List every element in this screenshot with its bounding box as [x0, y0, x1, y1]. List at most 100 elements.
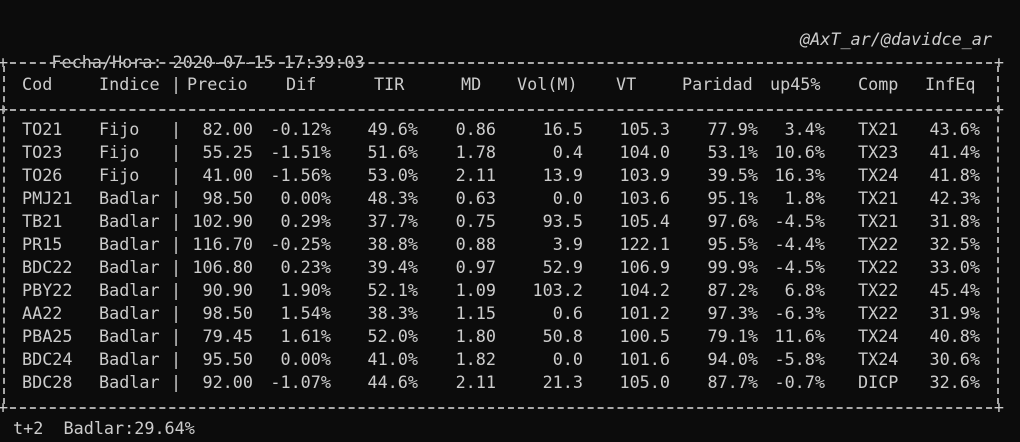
table-cell: 42.3%	[929, 188, 980, 208]
table-cell: TX22	[858, 280, 899, 300]
table-cell: 41.00	[202, 165, 253, 185]
table-left-border	[3, 66, 5, 404]
column-separator: |	[171, 372, 182, 392]
table-cell: PMJ21	[22, 188, 73, 208]
table-cell: TO26	[22, 165, 63, 185]
column-header: VT	[616, 74, 637, 94]
table-cell: 49.6%	[367, 119, 418, 139]
table-cell: 32.6%	[929, 372, 980, 392]
table-cell: -1.07%	[270, 372, 331, 392]
table-cell: TX21	[858, 119, 899, 139]
table-cell: TO23	[22, 142, 63, 162]
table-cell: 82.00	[202, 119, 253, 139]
table-cell: 44.6%	[367, 372, 418, 392]
table-cell: 104.0	[619, 142, 670, 162]
table-cell: 101.2	[619, 303, 670, 323]
table-cell: 94.0%	[707, 349, 758, 369]
table-cell: -1.56%	[270, 165, 331, 185]
table-cell: 0.75	[455, 211, 496, 231]
table-cell: 103.9	[619, 165, 670, 185]
table-cell: 100.5	[619, 326, 670, 346]
table-cell: 32.5%	[929, 234, 980, 254]
table-cell: 0.00%	[280, 349, 331, 369]
column-separator: |	[171, 142, 182, 162]
table-cell: 79.1%	[707, 326, 758, 346]
table-cell: 103.2	[532, 280, 583, 300]
table-cell: 122.1	[619, 234, 670, 254]
table-cell: 0.63	[455, 188, 496, 208]
table-cell: 10.6%	[774, 142, 825, 162]
table-cell: 30.6%	[929, 349, 980, 369]
table-cell: 2.11	[455, 165, 496, 185]
column-separator: |	[171, 234, 182, 254]
table-cell: AA22	[22, 303, 63, 323]
table-cell: 0.29%	[280, 211, 331, 231]
column-header: TIR	[374, 74, 405, 94]
column-header: up45%	[770, 74, 821, 94]
header-line: Fecha/Hora: 2020-07-15 17:39:03 @AxT_ar/…	[11, 28, 992, 72]
status-footer: t+2 Badlar:29.64%	[13, 418, 195, 438]
table-cell: 116.70	[192, 234, 253, 254]
table-cell: 105.3	[619, 119, 670, 139]
table-cell: 45.4%	[929, 280, 980, 300]
table-cell: BDC22	[22, 257, 73, 277]
column-separator: |	[171, 74, 182, 94]
table-cell: TX21	[858, 188, 899, 208]
table-cell: 33.0%	[929, 257, 980, 277]
column-header: Cod	[22, 74, 53, 94]
table-cell: TB21	[22, 211, 63, 231]
table-cell: 0.0	[552, 349, 583, 369]
table-cell: Badlar	[99, 326, 160, 346]
table-cell: 1.78	[455, 142, 496, 162]
table-cell: 11.6%	[774, 326, 825, 346]
table-top-border	[0, 51, 1005, 74]
table-cell: 39.4%	[367, 257, 418, 277]
table-cell: 98.50	[202, 303, 253, 323]
table-cell: 16.3%	[774, 165, 825, 185]
table-cell: TX23	[858, 142, 899, 162]
table-cell: Badlar	[99, 372, 160, 392]
table-cell: BDC28	[22, 372, 73, 392]
table-cell: 50.8	[542, 326, 583, 346]
table-cell: 41.4%	[929, 142, 980, 162]
table-cell: 16.5	[542, 119, 583, 139]
table-cell: 52.0%	[367, 326, 418, 346]
column-header: MD	[461, 74, 482, 94]
table-cell: 52.1%	[367, 280, 418, 300]
column-separator: |	[171, 257, 182, 277]
table-cell: 1.90%	[280, 280, 331, 300]
column-header: Comp	[858, 74, 899, 94]
table-cell: 0.6	[552, 303, 583, 323]
column-header: InfEq	[925, 74, 976, 94]
column-separator: |	[171, 349, 182, 369]
table-cell: 1.61%	[280, 326, 331, 346]
table-cell: 93.5	[542, 211, 583, 231]
table-cell: 0.4	[552, 142, 583, 162]
table-cell: TX24	[858, 349, 899, 369]
table-cell: -4.5%	[774, 211, 825, 231]
table-cell: Badlar	[99, 257, 160, 277]
column-header: Paridad	[682, 74, 753, 94]
table-cell: TX22	[858, 303, 899, 323]
table-cell: 77.9%	[707, 119, 758, 139]
table-cell: 31.9%	[929, 303, 980, 323]
table-header-separator	[0, 98, 1005, 121]
table-cell: -5.8%	[774, 349, 825, 369]
table-cell: 6.8%	[784, 280, 825, 300]
credit-label: @AxT_ar/@davidce_ar	[800, 29, 992, 49]
table-right-border	[997, 66, 999, 404]
table-cell: 41.8%	[929, 165, 980, 185]
table-cell: Badlar	[99, 188, 160, 208]
table-cell: -4.4%	[774, 234, 825, 254]
table-cell: 38.3%	[367, 303, 418, 323]
table-cell: Badlar	[99, 280, 160, 300]
column-separator: |	[171, 303, 182, 323]
table-cell: Badlar	[99, 234, 160, 254]
column-header: Vol(M)	[517, 74, 578, 94]
table-cell: 3.9	[552, 234, 583, 254]
table-cell: Badlar	[99, 211, 160, 231]
table-cell: 97.6%	[707, 211, 758, 231]
table-cell: 0.0	[552, 188, 583, 208]
table-cell: Fijo	[99, 165, 140, 185]
table-cell: 0.97	[455, 257, 496, 277]
